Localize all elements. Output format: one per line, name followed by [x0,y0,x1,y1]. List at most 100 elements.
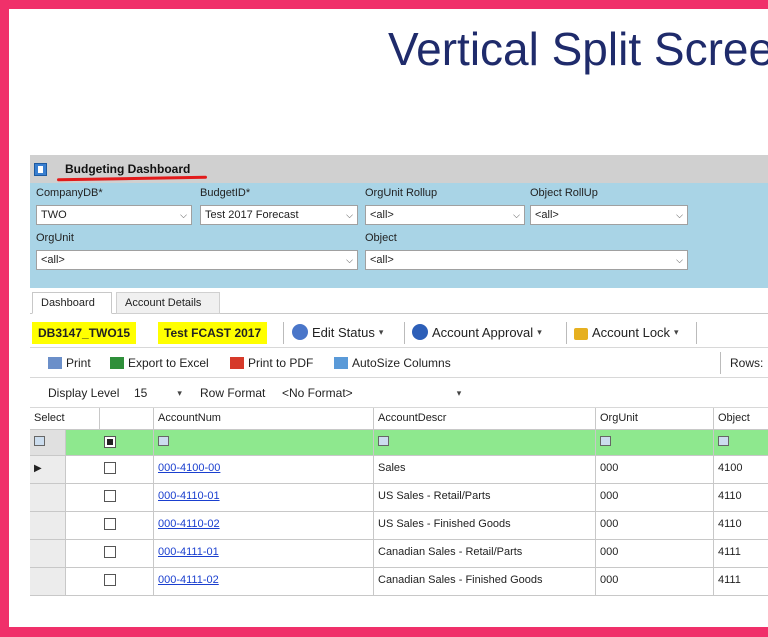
tab-dashboard[interactable]: Dashboard [32,292,112,314]
chevron-down-icon: ⌵ [513,209,520,220]
object-rollup-select[interactable]: <all> ⌵ [530,205,688,225]
account-approval-button[interactable]: Account Approval ▾ [412,324,542,340]
table-row[interactable]: 000-4111-02 Canadian Sales - Finished Go… [30,568,768,596]
row-selector[interactable]: ▶ [30,456,66,484]
chevron-down-icon: ▾ [456,387,462,398]
chevron-down-icon: ▾ [378,326,384,337]
tab-account-details[interactable]: Account Details [116,292,220,314]
header-orgunit[interactable]: OrgUnit [596,408,714,430]
account-link[interactable]: 000-4111-02 [158,574,219,586]
autosize-label: AutoSize Columns [352,356,451,370]
cell-accountdescr: US Sales - Finished Goods [374,512,596,540]
export-excel-button[interactable]: Export to Excel [110,356,209,370]
object-rollup-label: Object RollUp [530,187,598,199]
edit-status-label: Edit Status [312,324,375,340]
cell-accountdescr: US Sales - Retail/Parts [374,484,596,512]
print-pdf-button[interactable]: Print to PDF [230,356,313,370]
toolbar-divider [404,322,405,344]
select-all-checkbox[interactable] [103,436,116,448]
header-object[interactable]: Object [714,408,768,430]
filter-accountdescr[interactable] [374,430,596,456]
header-checkbox-cell [100,408,154,430]
chevron-down-icon: ⌵ [346,209,353,220]
row-checkbox[interactable] [103,518,116,530]
orgunit-label: OrgUnit [36,232,74,244]
row-checkbox[interactable] [103,462,116,474]
row-checkbox[interactable] [103,490,116,502]
cell-accountnum: 000-4111-01 [154,540,374,568]
app-titlebar: Budgeting Dashboard [30,155,768,183]
table-row[interactable]: 000-4110-02 US Sales - Finished Goods 00… [30,512,768,540]
row-selector[interactable] [30,484,66,512]
account-approval-icon [412,324,428,340]
export-toolbar: Print Export to Excel Print to PDF AutoS… [30,348,768,378]
company-select[interactable]: TWO ⌵ [36,205,192,225]
grid-filter-row [30,430,768,456]
row-checkbox[interactable] [103,574,116,586]
filter-accountnum[interactable] [154,430,374,456]
print-icon [48,357,62,369]
row-checkbox[interactable] [103,546,116,558]
primary-toolbar: DB3147_TWO15 Test FCAST 2017 Edit Status… [30,314,768,348]
account-link[interactable]: 000-4111-01 [158,546,219,558]
cell-accountdescr: Sales [374,456,596,484]
slide-frame-top [0,0,768,9]
chevron-down-icon: ⌵ [676,209,683,220]
row-selector[interactable] [30,540,66,568]
cell-orgunit: 000 [596,568,714,596]
display-level-label: Display Level [48,386,120,400]
row-format-select[interactable]: <No Format> ▾ [282,386,472,400]
filter-row-corner[interactable] [30,430,66,456]
budget-chip: Test FCAST 2017 [158,322,268,344]
account-link[interactable]: 000-4100-00 [158,462,220,474]
header-select[interactable]: Select [30,408,100,430]
header-accountdescr[interactable]: AccountDescr [374,408,596,430]
edit-status-icon [292,324,308,340]
filter-icon [34,436,45,446]
budgeting-app-window: Budgeting Dashboard CompanyDB* TWO ⌵ Budg… [30,155,768,605]
account-approval-label: Account Approval [432,324,534,340]
account-link[interactable]: 000-4110-02 [158,518,220,530]
print-label: Print [66,356,91,370]
filter-icon [158,436,169,446]
print-pdf-label: Print to PDF [248,356,314,370]
tab-strip: Dashboard Account Details [30,288,768,314]
row-selector[interactable] [30,568,66,596]
cell-accountnum: 000-4110-02 [154,512,374,540]
budget-select[interactable]: Test 2017 Forecast ⌵ [200,205,358,225]
orgunit-select[interactable]: <all> ⌵ [36,250,358,270]
chevron-down-icon: ⌵ [180,209,187,220]
orgunit-rollup-label: OrgUnit Rollup [365,187,438,199]
slide-frame-bottom [0,627,768,637]
orgunit-rollup-value: <all> [370,209,394,221]
edit-status-button[interactable]: Edit Status ▾ [292,324,383,340]
cell-accountnum: 000-4110-01 [154,484,374,512]
print-button[interactable]: Print [48,356,91,370]
orgunit-rollup-select[interactable]: <all> ⌵ [365,205,525,225]
account-lock-button[interactable]: Account Lock ▾ [574,324,679,340]
toolbar-divider [283,322,284,344]
table-row[interactable]: 000-4111-01 Canadian Sales - Retail/Part… [30,540,768,568]
export-excel-label: Export to Excel [128,356,209,370]
toolbar-divider [720,352,721,374]
row-checkbox-cell [66,512,154,540]
table-row[interactable]: 000-4110-01 US Sales - Retail/Parts 000 … [30,484,768,512]
table-row[interactable]: ▶ 000-4100-00 Sales 000 4100 [30,456,768,484]
header-accountnum-label: AccountNum [158,412,221,424]
autosize-columns-button[interactable]: AutoSize Columns [334,356,451,370]
cell-accountdescr: Canadian Sales - Finished Goods [374,568,596,596]
filter-orgunit[interactable] [596,430,714,456]
display-toolbar: Display Level 15 ▾ Row Format <No Format… [30,378,768,408]
filter-object[interactable] [714,430,768,456]
app-icon [34,162,47,176]
chevron-down-icon: ⌵ [346,254,353,265]
display-level-select[interactable]: 15 ▾ [134,386,186,400]
row-selector[interactable] [30,512,66,540]
budget-label: BudgetID* [200,187,251,199]
object-rollup-value: <all> [535,209,559,221]
header-accountnum[interactable]: AccountNum [154,408,374,430]
select-all-cell[interactable] [66,430,154,456]
account-link[interactable]: 000-4110-01 [158,490,220,502]
object-select[interactable]: <all> ⌵ [365,250,688,270]
toolbar-divider [566,322,567,344]
